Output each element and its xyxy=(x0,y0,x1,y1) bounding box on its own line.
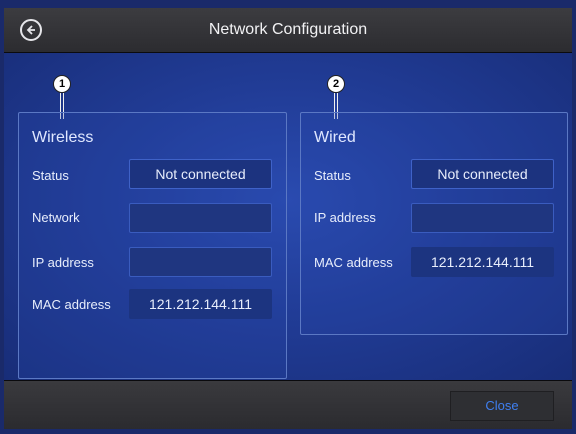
wireless-network-field[interactable] xyxy=(129,203,272,233)
wired-status-value: Not connected xyxy=(411,159,554,189)
wireless-status-label: Status xyxy=(32,168,69,183)
network-configuration-screen: Network Configuration 1 2 Wireless Statu… xyxy=(0,0,576,434)
close-button[interactable]: Close xyxy=(450,391,554,421)
page-title: Network Configuration xyxy=(208,21,368,38)
wireless-mac-value: 121.212.144.111 xyxy=(129,289,272,319)
callout-badge-2: 2 xyxy=(327,75,345,93)
wired-mac-value: 121.212.144.111 xyxy=(411,247,554,277)
wireless-network-label: Network xyxy=(32,210,80,225)
callout-badge-1: 1 xyxy=(53,75,71,93)
wired-ip-label: IP address xyxy=(314,210,376,225)
wired-title: Wired xyxy=(314,129,356,146)
wireless-ip-label: IP address xyxy=(32,255,94,270)
title-bar: Network Configuration xyxy=(4,8,572,53)
wireless-status-value: Not connected xyxy=(129,159,272,189)
wireless-ip-field[interactable] xyxy=(129,247,272,277)
main-content: 1 2 Wireless Status Not connected Networ… xyxy=(4,53,572,380)
wired-panel: Wired Status Not connected IP address MA… xyxy=(300,112,568,335)
bottom-bar: Close xyxy=(4,380,572,429)
wired-ip-field[interactable] xyxy=(411,203,554,233)
wired-mac-label: MAC address xyxy=(314,255,393,270)
wireless-mac-label: MAC address xyxy=(32,297,111,312)
wireless-panel: Wireless Status Not connected Network IP… xyxy=(18,112,287,379)
wireless-title: Wireless xyxy=(32,129,94,146)
wired-status-label: Status xyxy=(314,168,351,183)
